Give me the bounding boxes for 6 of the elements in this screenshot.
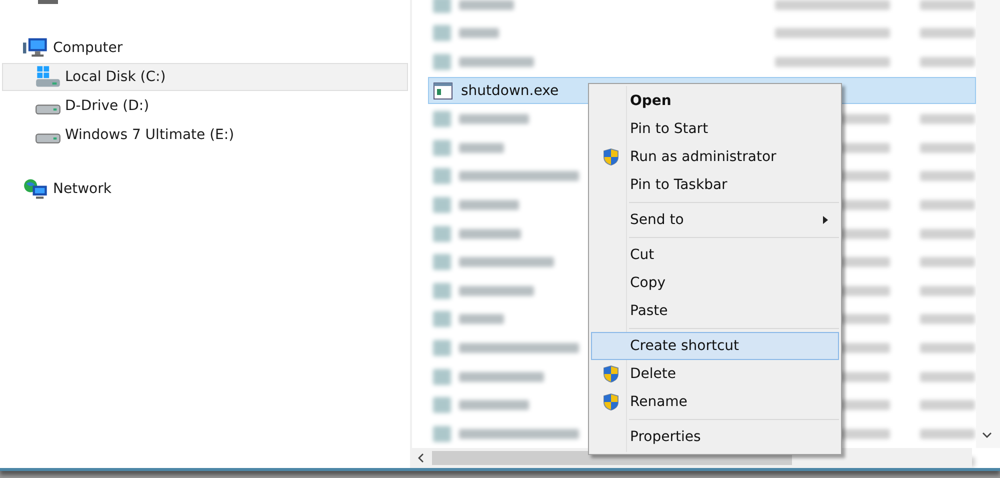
nav-label: Local Disk (C:) <box>65 69 166 85</box>
nav-label: Network <box>53 181 112 197</box>
nav-label: Windows 7 Ultimate (E:) <box>65 127 234 143</box>
nav-label: Computer <box>53 40 123 56</box>
nav-label: D-Drive (D:) <box>65 98 150 114</box>
file-name: shutdown.exe <box>461 82 559 99</box>
